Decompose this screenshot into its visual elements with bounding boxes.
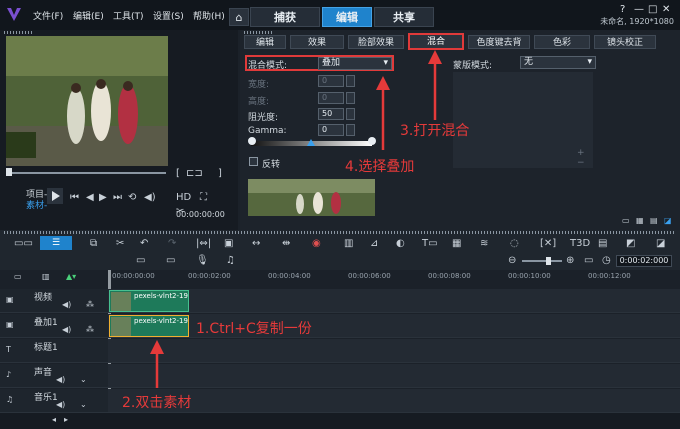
annotation-step4: 4.选择叠加 xyxy=(345,159,415,175)
annotation-step2: 2.双击素材 xyxy=(122,395,192,411)
annotation-step3: 3.打开混合 xyxy=(400,123,470,139)
app-window: 文件(F) 编辑(E) 工具(T) 设置(S) 帮助(H) ⌂ 捕获 编辑 共享… xyxy=(0,0,680,429)
annotation-arrows xyxy=(150,50,442,388)
annotation-step1: 1.Ctrl+C复制一份 xyxy=(196,321,312,337)
